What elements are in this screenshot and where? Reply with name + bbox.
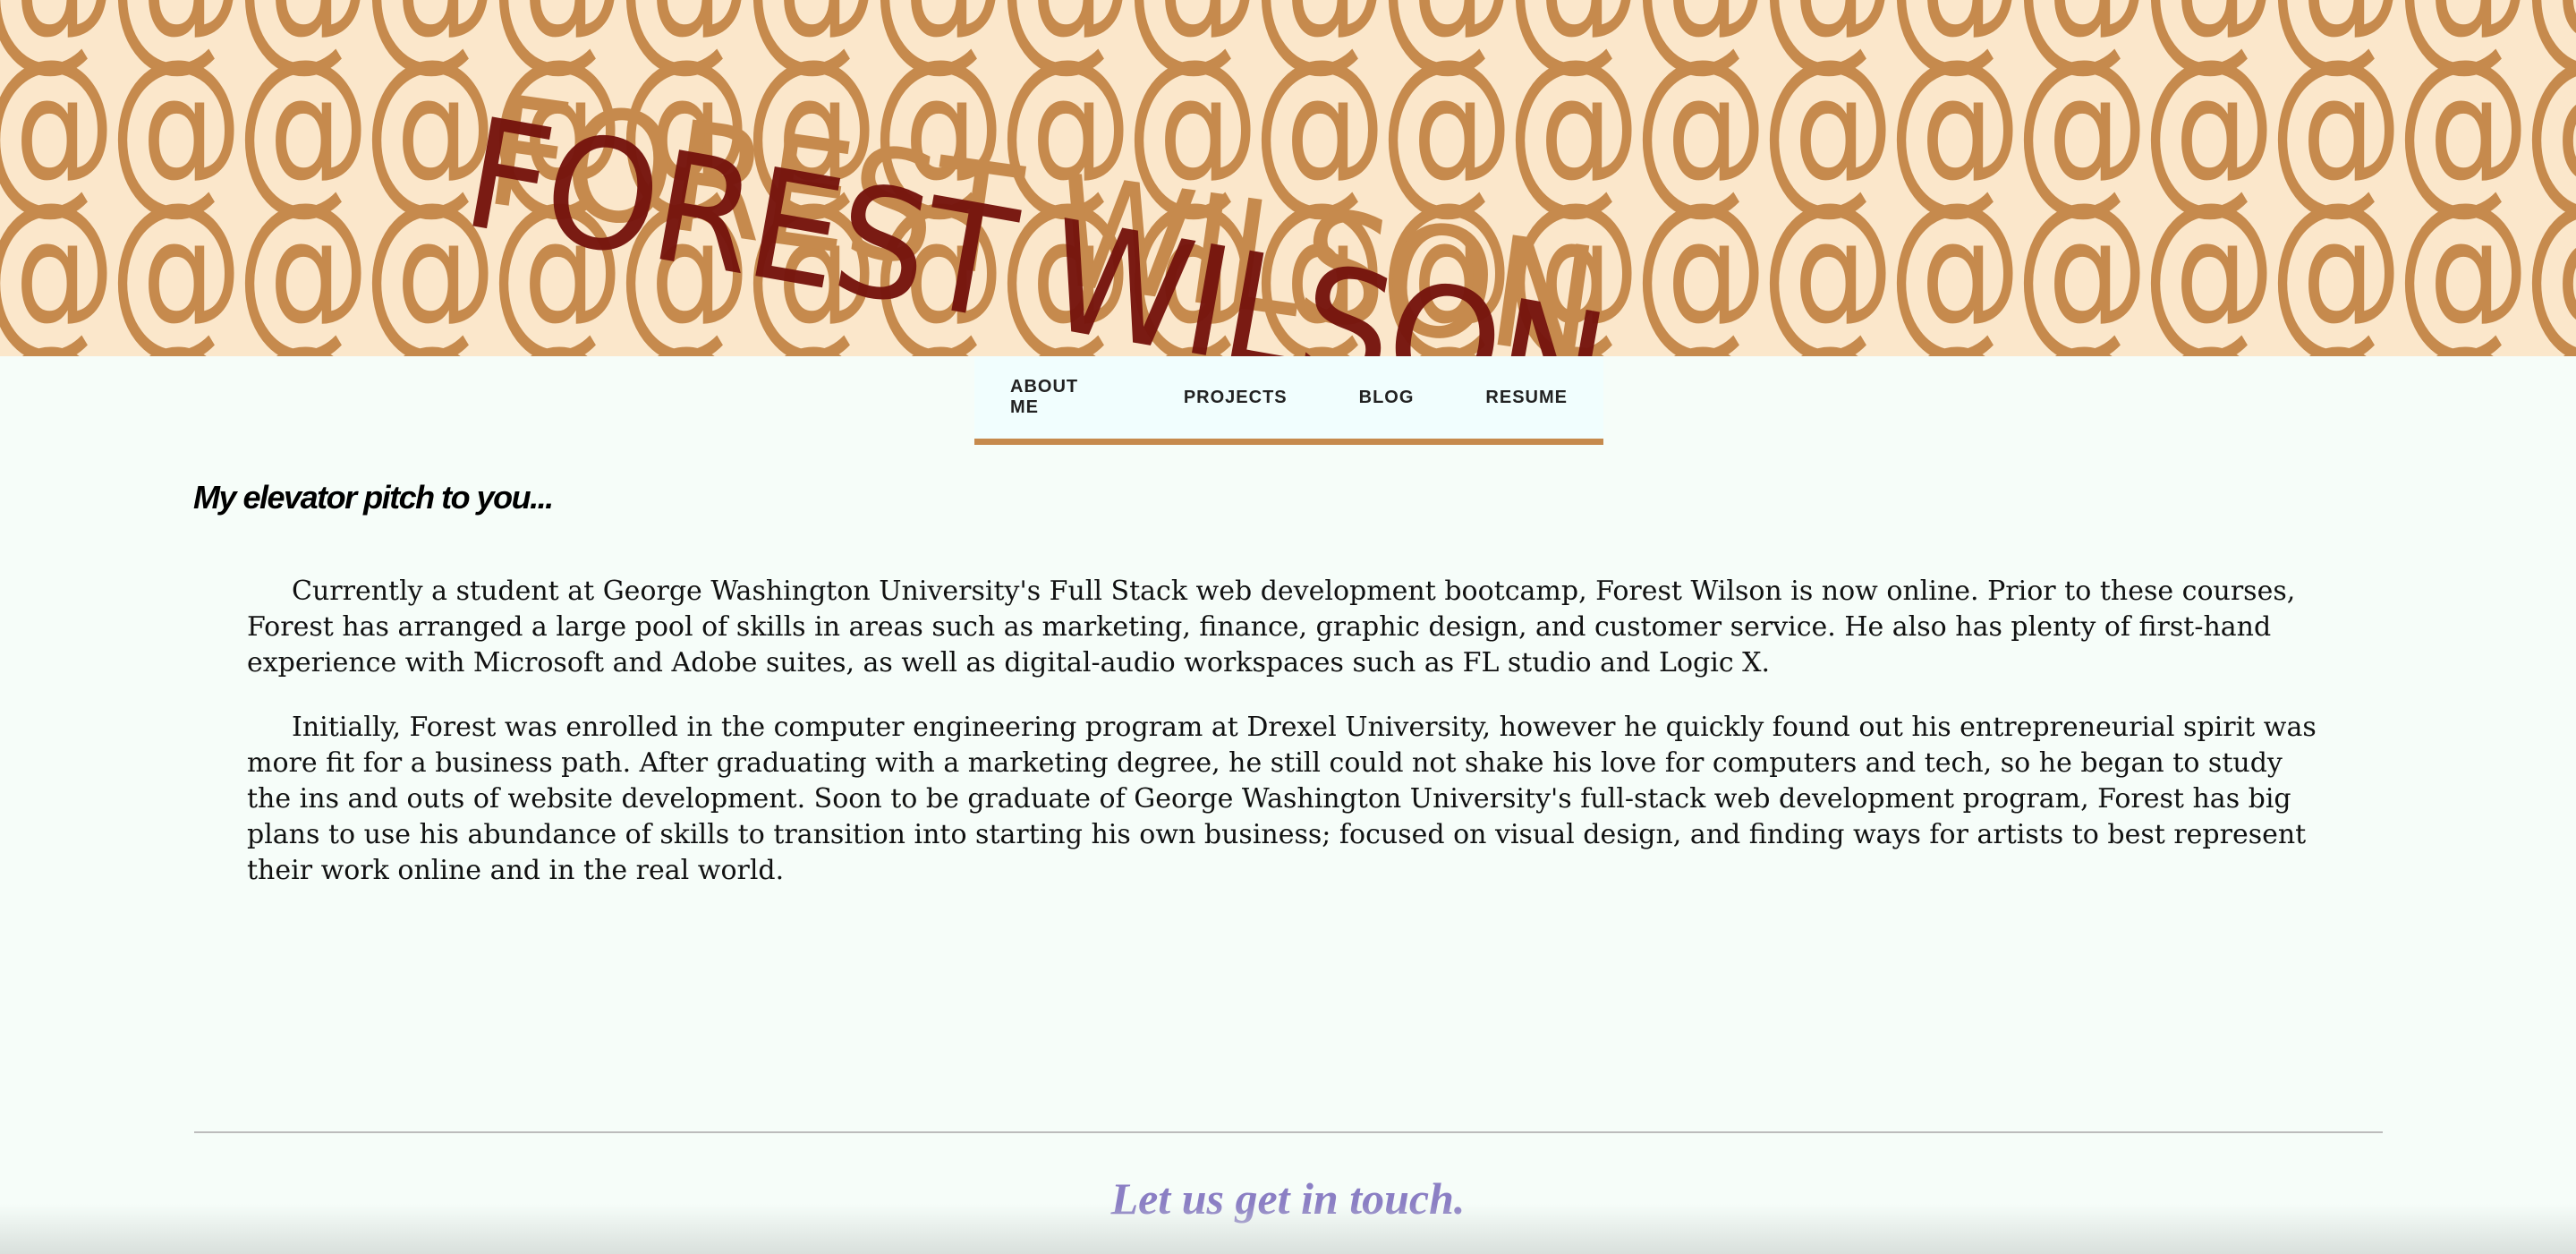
nav-about-me[interactable]: ABOUT ME: [974, 377, 1148, 418]
nav-projects[interactable]: PROJECTS: [1148, 388, 1323, 408]
nav-resume[interactable]: RESUME: [1450, 388, 1603, 408]
section-heading: My elevator pitch to you...: [193, 479, 554, 516]
header-banner: @@@@@@@@@@@@@@@@@@@@ @@@@@@@@@@@@@@@@@@@@…: [0, 0, 2576, 356]
pitch-paragraph: Initially, Forest was enrolled in the co…: [247, 712, 2317, 886]
main-nav: ABOUT ME PROJECTS BLOG RESUME: [974, 356, 1603, 445]
bottom-shadow: [0, 1204, 2576, 1254]
pitch-paragraph: Currently a student at George Washington…: [247, 576, 2296, 678]
nav-blog[interactable]: BLOG: [1323, 388, 1450, 408]
divider: [194, 1131, 2383, 1133]
